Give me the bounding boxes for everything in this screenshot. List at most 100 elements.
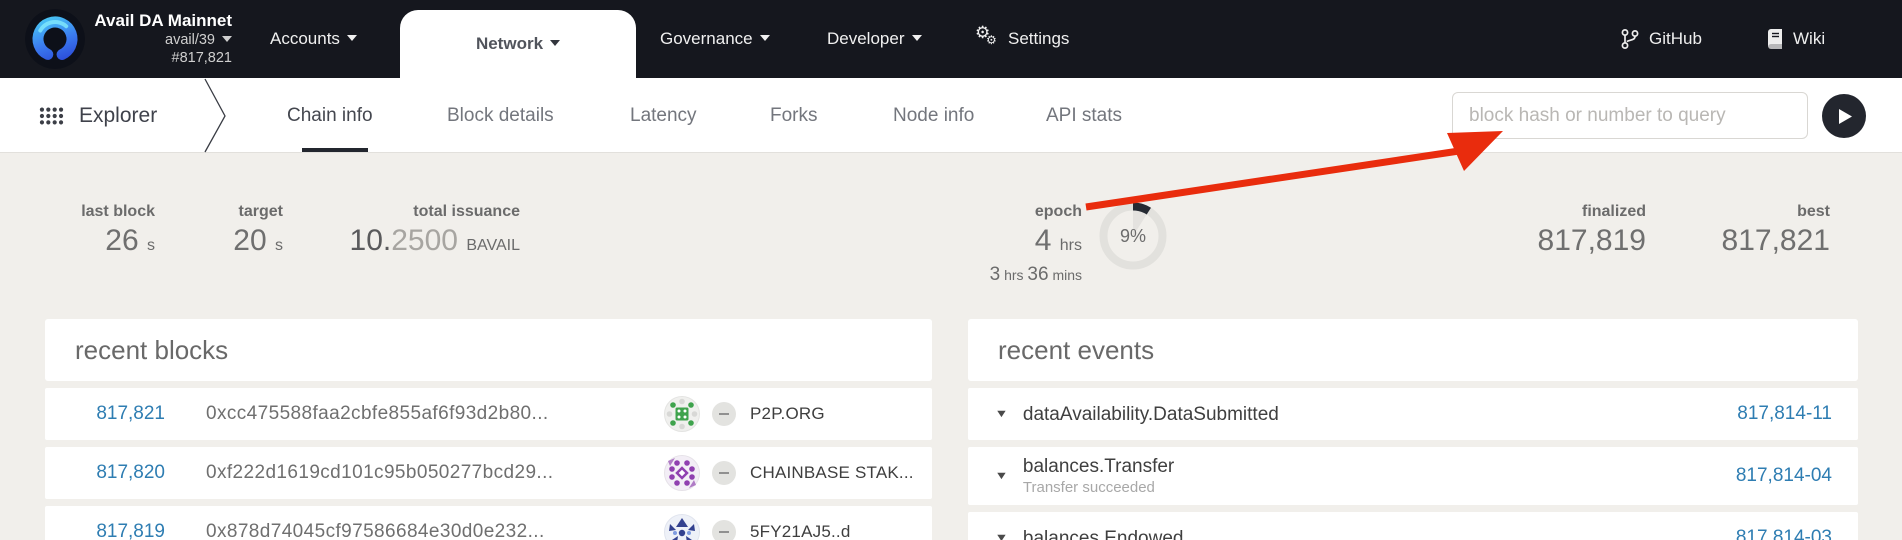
stat-epoch-value: 4 xyxy=(1035,224,1052,257)
block-number-link[interactable]: 817,820 xyxy=(45,462,165,484)
menu-developer-label: Developer xyxy=(827,29,905,49)
tab-block-details-label: Block details xyxy=(447,105,554,127)
event-row: ▼ balances.Transfer Transfer succeeded 8… xyxy=(968,447,1858,505)
stat-target: target 20 s xyxy=(183,202,283,264)
tab-latency[interactable]: Latency xyxy=(630,78,697,153)
stat-finalized: finalized 817,819 xyxy=(1446,202,1646,259)
play-icon xyxy=(1839,109,1852,124)
menu-network[interactable]: Network xyxy=(400,10,636,78)
top-navigation-bar: Avail DA Mainnet avail/39 #817,821 Accou… xyxy=(0,0,1902,78)
chevron-down-icon xyxy=(222,36,232,42)
chain-spec: avail/39 xyxy=(88,31,232,49)
tab-api-stats-label: API stats xyxy=(1046,105,1122,127)
stat-best: best 817,821 xyxy=(1630,202,1830,259)
event-block-link[interactable]: 817,814-04 xyxy=(1736,465,1832,487)
tab-block-details[interactable]: Block details xyxy=(447,78,554,153)
recent-events-panel: recent events ▼ dataAvailability.DataSub… xyxy=(968,319,1858,540)
tab-node-info[interactable]: Node info xyxy=(893,78,974,153)
wiki-label: Wiki xyxy=(1793,29,1825,49)
git-branch-icon xyxy=(1621,28,1639,50)
block-author: 5FY21AJ5..d xyxy=(664,514,932,540)
validator-identicon-purple[interactable] xyxy=(664,455,700,491)
recent-events-title: recent events xyxy=(968,319,1858,381)
validator-name[interactable]: CHAINBASE STAK... xyxy=(750,463,914,483)
menu-governance-label: Governance xyxy=(660,29,753,49)
menu-accounts-label: Accounts xyxy=(270,29,340,49)
event-row: ▼ dataAvailability.DataSubmitted 817,814… xyxy=(968,388,1858,440)
github-link[interactable]: GitHub xyxy=(1621,0,1702,78)
search-submit-button[interactable] xyxy=(1822,94,1866,138)
stat-target-unit: s xyxy=(275,237,283,254)
tab-forks-label: Forks xyxy=(770,105,818,127)
menu-developer[interactable]: Developer xyxy=(827,0,922,78)
stat-target-label: target xyxy=(183,202,283,222)
chain-selector[interactable]: Avail DA Mainnet avail/39 #817,821 xyxy=(88,10,232,68)
validator-identicon-green[interactable] xyxy=(664,396,700,432)
minus-icon xyxy=(712,402,736,426)
stat-total-issuance-int: 10. xyxy=(350,224,392,257)
tab-api-stats[interactable]: API stats xyxy=(1046,78,1122,153)
menu-governance[interactable]: Governance xyxy=(660,0,770,78)
active-tab-underline xyxy=(302,148,368,152)
event-description: Transfer succeeded xyxy=(1023,478,1736,497)
block-author: P2P.ORG xyxy=(664,396,932,432)
chevron-down-icon xyxy=(760,35,770,41)
stat-total-issuance: total issuance 10.2500 BAVAIL xyxy=(320,202,520,264)
stat-total-issuance-frac: 2500 xyxy=(391,224,458,257)
stat-total-issuance-label: total issuance xyxy=(320,202,520,222)
tab-forks[interactable]: Forks xyxy=(770,78,818,153)
wiki-link[interactable]: Wiki xyxy=(1766,0,1825,78)
block-row: 817,820 0xf222d1619cd101c95b050277bcd29.… xyxy=(45,447,932,499)
stat-last-block-value: 26 xyxy=(105,224,138,257)
validator-name[interactable]: P2P.ORG xyxy=(750,404,825,424)
minus-icon xyxy=(712,461,736,485)
stat-finalized-value: 817,819 xyxy=(1446,223,1646,259)
stat-epoch-label: epoch xyxy=(922,202,1082,222)
validator-name[interactable]: 5FY21AJ5..d xyxy=(750,522,850,540)
chain-best-block: #817,821 xyxy=(88,49,232,67)
avail-logo[interactable] xyxy=(25,9,85,69)
event-block-link[interactable]: 817,814-11 xyxy=(1737,403,1832,425)
event-name: balances.Transfer xyxy=(1023,455,1736,478)
chevron-down-icon xyxy=(347,35,357,41)
chevron-down-icon xyxy=(912,35,922,41)
stat-best-label: best xyxy=(1630,202,1830,222)
event-block-link[interactable]: 817,814-03 xyxy=(1736,527,1832,540)
event-name: dataAvailability.DataSubmitted xyxy=(1023,404,1279,425)
expand-arrow-icon[interactable]: ▼ xyxy=(994,470,1008,482)
expand-arrow-icon[interactable]: ▼ xyxy=(994,532,1008,540)
recent-blocks-title: recent blocks xyxy=(45,319,932,381)
block-row: 817,819 0x878d74045cf97586684e30d0e232..… xyxy=(45,506,932,540)
block-row: 817,821 0xcc475588faa2cbfe855af6f93d2b80… xyxy=(45,388,932,440)
tab-chain-info-label: Chain info xyxy=(287,105,373,127)
expand-arrow-icon[interactable]: ▼ xyxy=(994,408,1008,420)
menu-settings[interactable]: ⚙⚙ Settings xyxy=(975,0,1069,78)
stat-last-block: last block 26 s xyxy=(35,202,155,264)
menu-network-label: Network xyxy=(476,34,543,54)
stat-last-block-label: last block xyxy=(35,202,155,222)
grid-icon xyxy=(38,106,65,126)
search-input[interactable] xyxy=(1452,92,1808,139)
stat-target-value: 20 xyxy=(233,224,266,257)
validator-identicon-blue[interactable] xyxy=(664,514,700,540)
stat-epoch: epoch 4 hrs 3 hrs 36 mins xyxy=(922,202,1082,286)
tab-node-info-label: Node info xyxy=(893,105,974,127)
stat-epoch-unit: hrs xyxy=(1060,237,1082,254)
epoch-progress-donut: 9% xyxy=(1096,199,1170,273)
avail-logo-graphic xyxy=(25,9,85,69)
event-row: ▼ balances.Endowed 817,814-03 xyxy=(968,512,1858,540)
book-icon xyxy=(1766,29,1783,49)
block-number-link[interactable]: 817,821 xyxy=(45,403,165,425)
recent-blocks-panel: recent blocks 817,821 0xcc475588faa2cbfe… xyxy=(45,319,932,540)
stat-finalized-label: finalized xyxy=(1446,202,1646,222)
block-number-link[interactable]: 817,819 xyxy=(45,521,165,540)
stat-best-value: 817,821 xyxy=(1630,223,1830,259)
chevron-down-icon xyxy=(550,40,560,46)
block-hash: 0x878d74045cf97586684e30d0e232... xyxy=(206,521,664,540)
tab-chain-info[interactable]: Chain info xyxy=(287,78,373,153)
menu-accounts[interactable]: Accounts xyxy=(270,0,357,78)
minus-icon xyxy=(712,520,736,540)
chain-name: Avail DA Mainnet xyxy=(88,10,232,31)
section-explorer[interactable]: Explorer xyxy=(38,78,157,153)
gear-icon: ⚙⚙ xyxy=(975,27,999,51)
